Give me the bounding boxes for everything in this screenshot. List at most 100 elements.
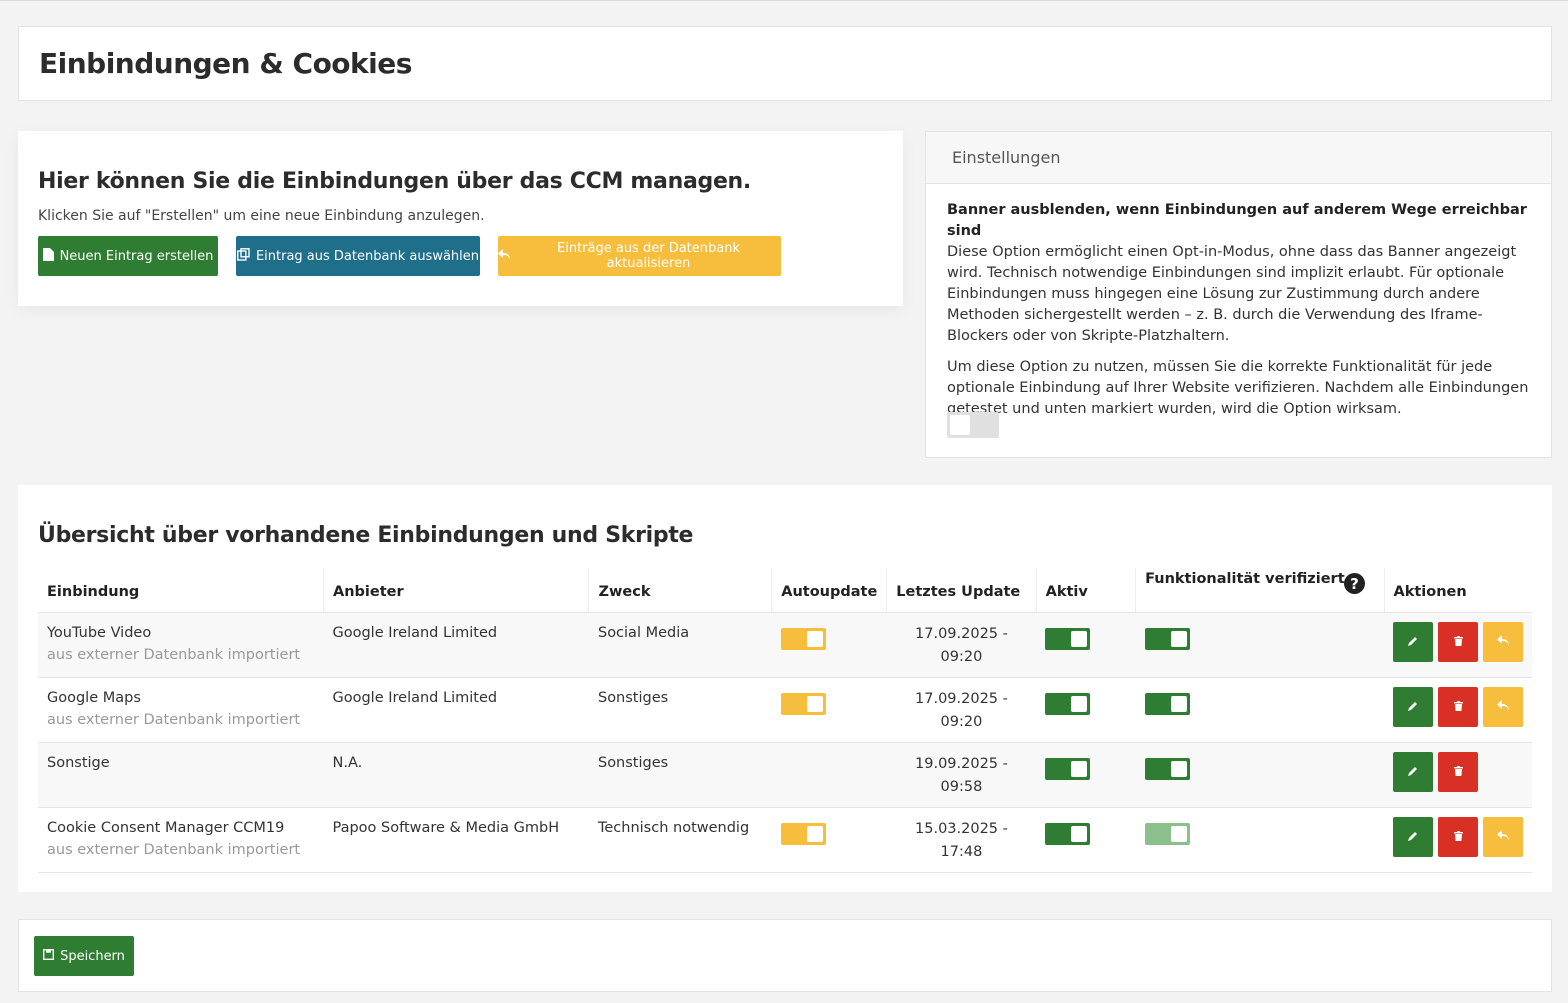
- cell-verified: [1135, 677, 1384, 743]
- update-date: 17.09.2025 -: [915, 625, 1008, 642]
- toggle-knob: [1071, 760, 1088, 777]
- pencil-icon: [1408, 635, 1418, 649]
- cell-active: [1036, 742, 1136, 808]
- embed-name: Cookie Consent Manager CCM19: [47, 819, 285, 836]
- hide-banner-toggle[interactable]: [947, 412, 999, 438]
- select-from-database-button[interactable]: Eintrag aus Datenbank auswählen: [236, 236, 480, 276]
- delete-button[interactable]: [1438, 686, 1478, 727]
- column-header-actions: Aktionen: [1383, 568, 1532, 613]
- settings-header: Einstellungen: [926, 132, 1551, 184]
- intro-text: Klicken Sie auf "Erstellen" um eine neue…: [38, 208, 485, 224]
- edit-button[interactable]: [1393, 751, 1433, 792]
- cell-last-update: 15.03.2025 - 17:48: [886, 807, 1037, 873]
- trash-icon: [1453, 635, 1463, 649]
- title-card: Einbindungen & Cookies: [18, 26, 1552, 101]
- revert-button[interactable]: [1483, 686, 1523, 727]
- embed-name: YouTube Video: [47, 624, 152, 641]
- cell-purpose: Social Media: [588, 612, 772, 678]
- toggle-knob: [950, 415, 970, 435]
- new-entry-button[interactable]: Neuen Eintrag erstellen: [38, 236, 218, 276]
- table-row: YouTube Video aus externer Datenbank imp…: [38, 612, 1532, 678]
- reply-icon: [1497, 699, 1509, 714]
- verified-toggle[interactable]: [1144, 822, 1190, 845]
- pencil-icon: [1408, 700, 1418, 714]
- update-time: 09:58: [940, 778, 983, 795]
- floppy-disk-icon: [43, 948, 55, 964]
- cell-actions: [1384, 742, 1532, 808]
- select-from-database-label: Eintrag aus Datenbank auswählen: [255, 248, 480, 264]
- edit-button[interactable]: [1393, 686, 1433, 727]
- settings-card: Einstellungen Banner ausblenden, wenn Ei…: [925, 131, 1552, 458]
- cell-last-update: 17.09.2025 - 09:20: [886, 677, 1037, 743]
- toggle-knob: [1170, 825, 1187, 842]
- toggle-knob: [1170, 760, 1187, 777]
- update-date: 17.09.2025 -: [915, 690, 1008, 707]
- save-button[interactable]: Speichern: [34, 936, 134, 976]
- column-header-provider[interactable]: Anbieter: [322, 568, 589, 613]
- embed-source: aus externer Datenbank importiert: [47, 841, 301, 858]
- update-from-database-label: Einträge aus der Datenbank aktualisieren: [557, 241, 740, 271]
- edit-button[interactable]: [1393, 621, 1433, 662]
- trash-icon: [1453, 830, 1463, 844]
- column-header-verified[interactable]: Funktionalität verifiziert: [1135, 568, 1384, 613]
- toggle-knob: [806, 630, 823, 647]
- delete-button[interactable]: [1438, 816, 1478, 857]
- table-row: Cookie Consent Manager CCM19 aus externe…: [38, 807, 1532, 873]
- cell-last-update: 17.09.2025 - 09:20: [886, 612, 1037, 678]
- cell-provider: N.A.: [323, 742, 589, 808]
- column-header-active[interactable]: Aktiv: [1035, 568, 1136, 613]
- table-row: Google Maps aus externer Datenbank impor…: [38, 677, 1532, 743]
- cell-autoupdate: [771, 742, 887, 808]
- verified-toggle[interactable]: [1144, 627, 1190, 650]
- cell-active: [1036, 677, 1136, 743]
- cell-embed: YouTube Video aus externer Datenbank imp…: [38, 612, 324, 678]
- active-toggle[interactable]: [1045, 627, 1091, 650]
- cell-verified: [1135, 742, 1384, 808]
- verified-toggle[interactable]: [1144, 692, 1190, 715]
- update-time: 17:48: [940, 843, 983, 860]
- update-date: 15.03.2025 -: [915, 820, 1008, 837]
- embed-source: aus externer Datenbank importiert: [47, 646, 301, 663]
- toggle-knob: [1071, 630, 1088, 647]
- revert-button[interactable]: [1483, 816, 1523, 857]
- active-toggle[interactable]: [1045, 692, 1091, 715]
- revert-button[interactable]: [1483, 621, 1523, 662]
- reply-icon: [1497, 829, 1509, 844]
- toggle-knob: [806, 695, 823, 712]
- autoupdate-toggle[interactable]: [780, 692, 826, 715]
- toggle-knob: [1170, 630, 1187, 647]
- edit-button[interactable]: [1393, 816, 1433, 857]
- delete-button[interactable]: [1438, 621, 1478, 662]
- update-from-database-button[interactable]: Einträge aus der Datenbank aktualisieren: [498, 236, 781, 276]
- cell-actions: [1384, 677, 1532, 743]
- autoupdate-toggle[interactable]: [780, 822, 826, 845]
- cell-provider: Papoo Software & Media GmbH: [323, 807, 589, 873]
- trash-icon: [1453, 700, 1463, 714]
- delete-button[interactable]: [1438, 751, 1478, 792]
- cell-actions: [1384, 612, 1532, 678]
- trash-icon: [1453, 765, 1463, 779]
- column-header-autoupdate[interactable]: Autoupdate: [771, 568, 887, 613]
- intro-card: Hier können Sie die Einbindungen über da…: [18, 131, 903, 306]
- cell-verified: [1135, 807, 1384, 873]
- embed-name: Sonstige: [47, 754, 110, 771]
- cell-active: [1036, 807, 1136, 873]
- column-header-last-update[interactable]: Letztes Update: [886, 568, 1037, 613]
- toggle-knob: [806, 825, 823, 842]
- autoupdate-toggle[interactable]: [780, 627, 826, 650]
- save-label: Speichern: [60, 948, 125, 964]
- embed-source: aus externer Datenbank importiert: [47, 711, 301, 728]
- column-header-embed[interactable]: Einbindung: [38, 568, 324, 613]
- cell-actions: [1384, 807, 1532, 873]
- active-toggle[interactable]: [1045, 757, 1091, 780]
- update-time: 09:20: [940, 713, 983, 730]
- active-toggle[interactable]: [1045, 822, 1091, 845]
- update-time: 09:20: [940, 648, 983, 665]
- verified-toggle[interactable]: [1144, 757, 1190, 780]
- reply-icon: [498, 248, 510, 264]
- cell-last-update: 19.09.2025 - 09:58: [886, 742, 1037, 808]
- column-header-purpose[interactable]: Zweck: [588, 568, 772, 613]
- cell-autoupdate: [771, 612, 887, 678]
- reply-icon: [1497, 634, 1509, 649]
- embeds-table: Einbindung Anbieter Zweck Autoupdate Let…: [38, 568, 1532, 873]
